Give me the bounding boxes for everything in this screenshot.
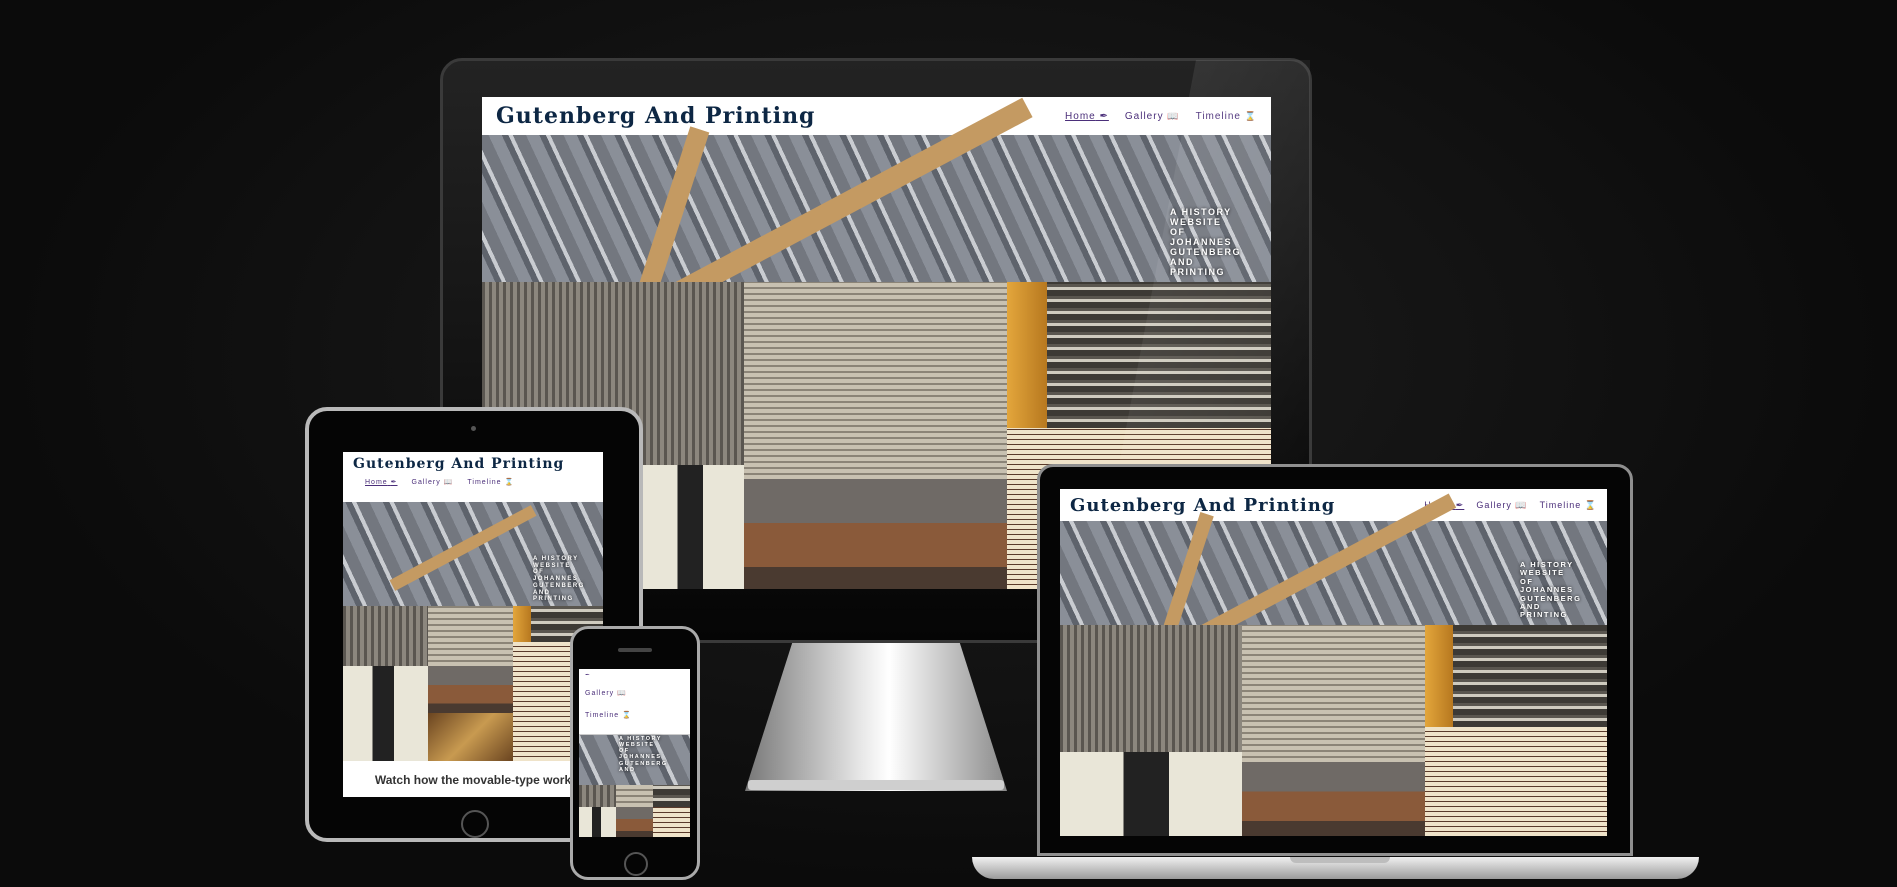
hero-image: A HISTORY WEBSITE OF JOHANNES GUTENBERG … (579, 735, 690, 785)
hero-tagline: A HISTORY WEBSITE OF JOHANNES GUTENBERG … (533, 556, 585, 603)
speaker-icon (618, 648, 652, 652)
gallery-engraving-press[interactable] (744, 282, 1007, 479)
nav-timeline-link[interactable]: Timeline ⌛ (467, 478, 514, 486)
laptop-notch (1290, 857, 1390, 863)
quill-icon: ✒ (585, 673, 590, 675)
gallery-type-case[interactable] (653, 785, 690, 807)
book-icon: 📖 (1167, 110, 1180, 121)
hero-line: GUTENBERG (619, 760, 668, 767)
hero-image: A HISTORY WEBSITE OF JOHANNES GUTENBERG … (482, 97, 1271, 315)
hourglass-icon: ⌛ (1584, 499, 1597, 510)
hourglass-icon: ⌛ (622, 712, 632, 719)
site-header: Gutenberg And Printing Home ✒ Gallery 📖 … (482, 97, 1271, 135)
gallery-press-replica[interactable] (744, 479, 1007, 589)
hero-image: A HISTORY WEBSITE OF JOHANNES GUTENBERG … (1060, 493, 1607, 649)
nav-gallery-label: Gallery (585, 690, 615, 697)
gallery-type-case-edge (1007, 282, 1047, 428)
gallery-manuscript[interactable] (1425, 727, 1607, 836)
gallery-engraving-workshop[interactable] (579, 785, 616, 807)
hero-image: A HISTORY WEBSITE OF JOHANNES GUTENBERG … (343, 502, 603, 606)
gallery-press-replica[interactable] (616, 807, 653, 837)
hero-line: GUTENBERG (533, 582, 585, 589)
nav-timeline-link[interactable]: Timeline ⌛ (585, 711, 632, 719)
site-logo[interactable]: Gutenberg And Printing (353, 456, 564, 472)
hero-line: JOHANNES (533, 576, 579, 583)
gallery-press-replica[interactable] (1242, 762, 1425, 836)
mobile-menu: ✒ Gallery 📖 Timeline ⌛ (579, 669, 690, 735)
gallery-engraving-press[interactable] (1242, 625, 1425, 762)
home-button-icon (624, 852, 648, 876)
gallery-engraving-press[interactable] (616, 785, 653, 807)
hero-line: JOHANNES (619, 754, 662, 761)
nav-gallery-label: Gallery (1124, 110, 1164, 122)
nav-home-label: Home (365, 479, 388, 486)
nav-home-label: Home (1065, 110, 1096, 122)
gallery-press-drawing[interactable] (1060, 752, 1242, 836)
nav-timeline-label: Timeline (1539, 499, 1582, 510)
hourglass-icon: ⌛ (504, 479, 515, 486)
gallery-type-case-edge (1425, 625, 1453, 727)
nav-timeline-label: Timeline (585, 712, 620, 719)
gallery-engraving-workshop[interactable] (343, 606, 428, 666)
nav-gallery-label: Gallery (411, 479, 441, 486)
home-button-icon (461, 810, 489, 838)
quill-icon: ✒ (390, 479, 398, 486)
video-caption: Watch how the movable-type work (374, 773, 572, 787)
nav-gallery-link[interactable]: Gallery 📖 (1125, 111, 1180, 122)
site-header: Gutenberg And Printing Home ✒ Gallery 📖 … (1060, 489, 1607, 521)
gallery-manuscript[interactable] (653, 807, 690, 837)
phone-screen: ✒ Gallery 📖 Timeline ⌛ A HISTORY WEBSITE… (579, 669, 690, 837)
nav-home-link[interactable]: Home ✒ (1065, 111, 1109, 122)
nav-home-link[interactable]: Home ✒ (365, 478, 398, 486)
main-nav: Home ✒ Gallery 📖 Timeline ⌛ (353, 478, 514, 486)
hero-line: PRINTING (1520, 610, 1568, 620)
gallery-type-case-edge (513, 606, 531, 642)
nav-home-link[interactable]: ✒ (585, 672, 590, 675)
gallery-press-drawing[interactable] (579, 807, 616, 837)
gallery-press-drawing[interactable] (642, 465, 744, 589)
ipad-screen: Gutenberg And Printing Home ✒ Gallery 📖 … (343, 452, 603, 797)
laptop-screen: Gutenberg And Printing Home ✒ Gallery 📖 … (1060, 489, 1607, 836)
book-icon: 📖 (443, 479, 454, 486)
book-icon: 📖 (1515, 499, 1528, 510)
site-logo[interactable]: Gutenberg And Printing (496, 103, 815, 129)
quill-icon: ✒ (1099, 110, 1109, 122)
quill-icon: ✒ (1455, 499, 1465, 510)
hero-line: PRINTING (533, 596, 574, 603)
hero-wood-divider (1160, 512, 1214, 640)
gallery-engraving-press[interactable] (428, 606, 513, 666)
gallery-engraving-workshop[interactable] (1060, 625, 1242, 752)
gallery-book[interactable] (428, 713, 513, 761)
hero-line: AND (619, 766, 636, 773)
site-header: Gutenberg And Printing Home ✒ Gallery 📖 … (343, 452, 603, 502)
gallery-press-replica[interactable] (428, 666, 513, 713)
book-icon: 📖 (617, 690, 627, 697)
nav-gallery-link[interactable]: Gallery 📖 (412, 478, 454, 486)
imac-foot (748, 780, 1004, 790)
nav-gallery-label: Gallery (1476, 499, 1512, 510)
nav-gallery-link[interactable]: Gallery 📖 (585, 689, 627, 697)
hero-wood-divider (389, 505, 537, 591)
hero-tagline: A HISTORY WEBSITE OF JOHANNES GUTENBERG … (619, 736, 668, 773)
gallery-press-drawing[interactable] (343, 666, 428, 761)
hero-tagline: A HISTORY WEBSITE OF JOHANNES GUTENBERG … (1520, 560, 1581, 620)
camera-icon (471, 426, 476, 431)
nav-timeline-link[interactable]: Timeline ⌛ (1540, 500, 1597, 511)
hero-line: A HISTORY (533, 556, 579, 562)
nav-timeline-label: Timeline (467, 479, 502, 486)
nav-gallery-link[interactable]: Gallery 📖 (1476, 500, 1527, 511)
